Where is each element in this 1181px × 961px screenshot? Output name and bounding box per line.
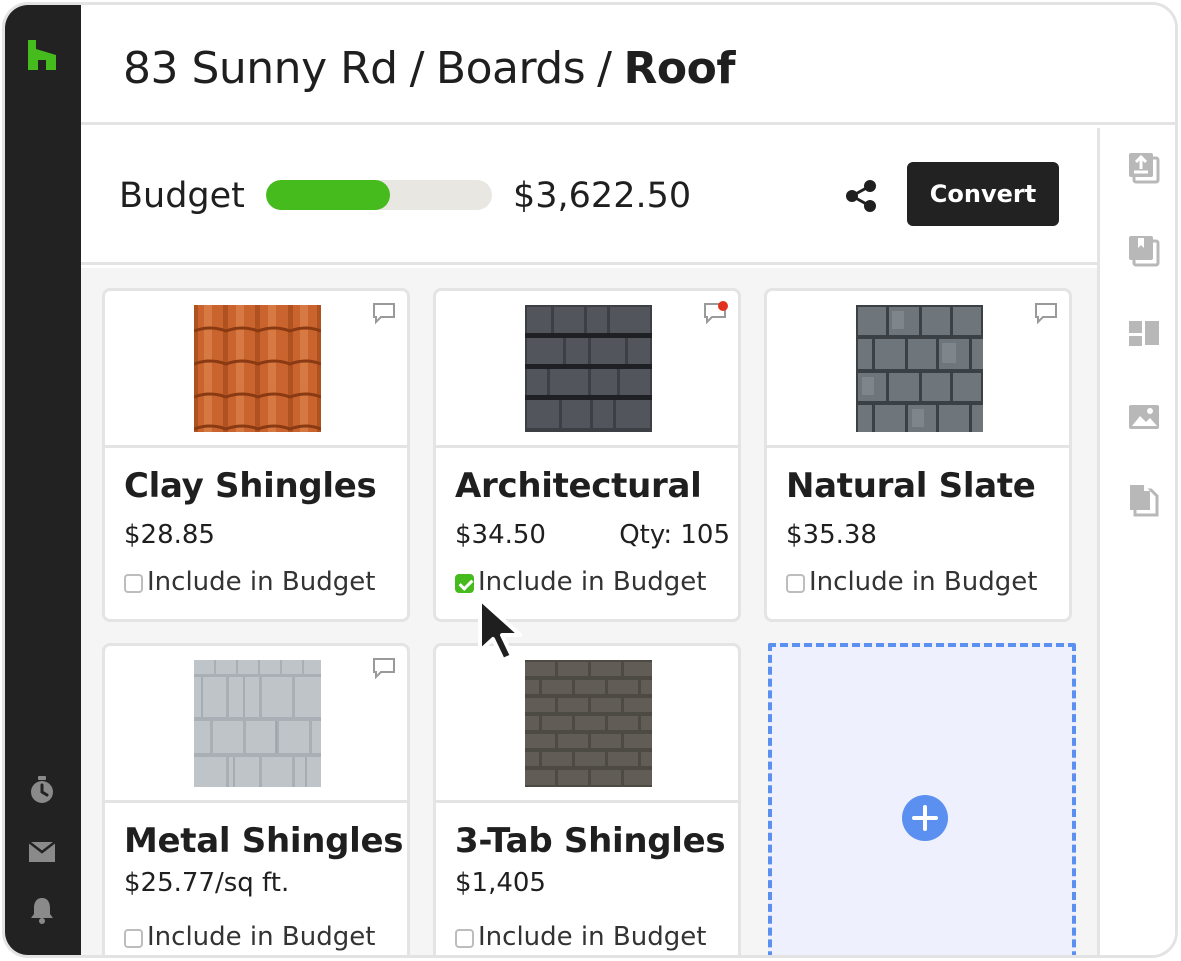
image-icon[interactable]: [1126, 399, 1162, 435]
include-in-budget[interactable]: Include in Budget: [124, 922, 375, 952]
include-label: Include in Budget: [809, 567, 1038, 597]
board-grid: Clay Shingles $28.85 Include in Budget A…: [81, 268, 1097, 955]
comment-icon[interactable]: [1033, 301, 1059, 325]
right-tools-rail: [1097, 128, 1175, 955]
book-icon[interactable]: [1126, 233, 1162, 269]
product-title: Metal Shingles: [124, 821, 404, 861]
product-quantity: Qty: 105: [619, 520, 730, 550]
product-title: 3-Tab Shingles: [455, 821, 726, 861]
product-title: Architectural: [455, 466, 702, 506]
product-price: $35.38: [786, 520, 877, 550]
page-header: 83 Sunny Rd / Boards / Roof: [81, 5, 1175, 125]
timer-icon[interactable]: [27, 775, 57, 805]
app-window: 83 Sunny Rd / Boards / Roof Budget $3,622.50…: [2, 2, 1178, 958]
bell-icon[interactable]: [27, 895, 57, 925]
include-in-budget[interactable]: Include in Budget: [455, 567, 706, 597]
breadcrumb-current: Roof: [623, 43, 736, 94]
document-icon[interactable]: [1126, 482, 1162, 518]
comment-icon[interactable]: [702, 301, 728, 325]
budget-progress-bar: [266, 180, 492, 210]
plus-circle-icon[interactable]: [902, 795, 948, 841]
comment-icon[interactable]: [371, 656, 397, 680]
product-image-area: [105, 646, 407, 803]
houzz-logo-icon[interactable]: [26, 38, 58, 72]
include-label: Include in Budget: [478, 922, 707, 952]
product-image-area: [436, 646, 738, 803]
metal-shingle-image: [194, 660, 321, 787]
product-card-clay-shingles[interactable]: Clay Shingles $28.85 Include in Budget: [102, 288, 410, 622]
budget-label: Budget: [119, 176, 245, 216]
product-image-area: [767, 291, 1069, 448]
architectural-shingle-image: [525, 305, 652, 432]
product-title: Clay Shingles: [124, 466, 377, 506]
product-title: Natural Slate: [786, 466, 1036, 506]
clay-tile-image: [194, 305, 321, 432]
breadcrumb-separator: /: [409, 43, 425, 94]
three-tab-shingle-image: [525, 660, 652, 787]
product-price: $28.85: [124, 520, 215, 550]
budget-toolbar: Budget $3,622.50 Convert: [81, 128, 1097, 265]
include-in-budget[interactable]: Include in Budget: [786, 567, 1037, 597]
convert-button[interactable]: Convert: [907, 162, 1059, 226]
left-nav-rail: [5, 5, 81, 955]
include-checkbox[interactable]: [786, 573, 805, 593]
include-checkbox[interactable]: [455, 928, 474, 948]
product-card-architectural[interactable]: Architectural $34.50 Qty: 105 Include in…: [433, 288, 741, 622]
product-card-metal-shingles[interactable]: Metal Shingles $25.77/sq ft. Include in …: [102, 643, 410, 955]
add-product-tile[interactable]: [768, 643, 1076, 955]
inbox-icon[interactable]: [27, 837, 57, 867]
include-in-budget[interactable]: Include in Budget: [124, 567, 375, 597]
product-image-area: [105, 291, 407, 448]
budget-amount: $3,622.50: [513, 176, 692, 216]
include-checkbox[interactable]: [124, 928, 143, 948]
include-label: Include in Budget: [478, 567, 707, 597]
budget-progress-fill: [266, 180, 391, 210]
product-card-natural-slate[interactable]: Natural Slate $35.38 Include in Budget: [764, 288, 1072, 622]
include-checkbox-checked[interactable]: [455, 573, 474, 593]
share-icon[interactable]: [843, 178, 879, 214]
breadcrumb: 83 Sunny Rd / Boards / Roof: [123, 43, 735, 94]
breadcrumb-item-address[interactable]: 83 Sunny Rd: [123, 43, 398, 94]
breadcrumb-item-boards[interactable]: Boards: [436, 43, 586, 94]
upload-icon[interactable]: [1126, 150, 1162, 186]
layout-icon[interactable]: [1126, 316, 1162, 352]
mouse-cursor-icon: [478, 597, 522, 662]
product-price: $1,405: [455, 868, 546, 898]
product-price: $25.77/sq ft.: [124, 868, 290, 898]
include-in-budget[interactable]: Include in Budget: [455, 922, 706, 952]
product-price: $34.50: [455, 520, 546, 550]
product-card-3-tab-shingles[interactable]: 3-Tab Shingles $1,405 Include in Budget: [433, 643, 741, 955]
breadcrumb-separator: /: [597, 43, 612, 94]
slate-tile-image: [856, 305, 983, 432]
include-label: Include in Budget: [147, 567, 376, 597]
product-image-area: [436, 291, 738, 448]
include-checkbox[interactable]: [124, 573, 143, 593]
include-label: Include in Budget: [147, 922, 376, 952]
comment-icon[interactable]: [371, 301, 397, 325]
